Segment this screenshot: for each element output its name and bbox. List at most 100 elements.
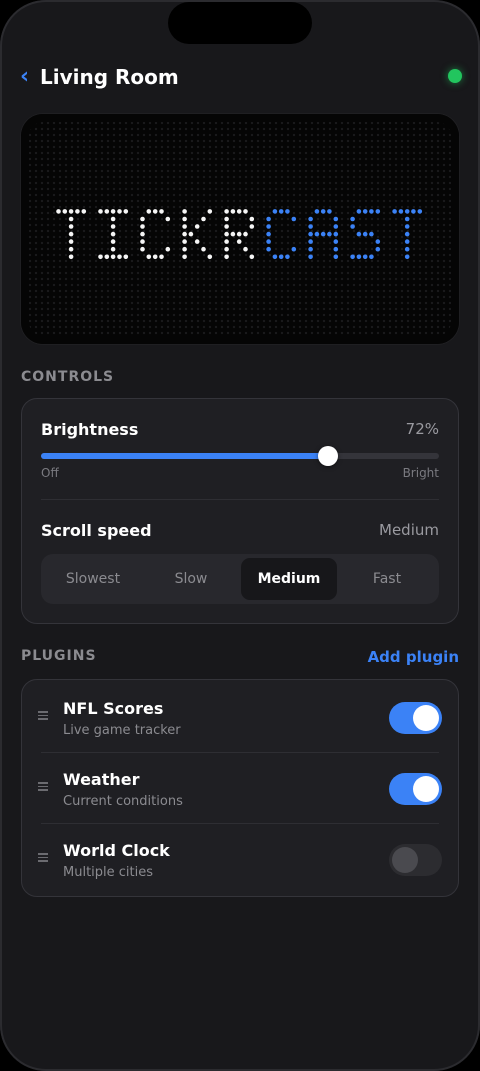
led-dot bbox=[207, 254, 213, 260]
scroll-speed-option-medium[interactable]: Medium bbox=[241, 558, 337, 600]
controls-card: Brightness 72% Off Bright Scroll speed M… bbox=[21, 398, 459, 624]
led-dot bbox=[188, 231, 194, 237]
led-dot bbox=[272, 209, 278, 214]
drag-handle-icon[interactable] bbox=[38, 782, 48, 792]
led-dot bbox=[333, 239, 339, 244]
led-display-preview bbox=[21, 114, 459, 344]
led-dot bbox=[249, 224, 255, 229]
led-dot bbox=[362, 231, 368, 237]
drag-handle-icon[interactable] bbox=[38, 711, 48, 721]
led-dot bbox=[308, 224, 313, 229]
led-dot bbox=[140, 216, 145, 222]
brightness-label: Brightness bbox=[41, 420, 139, 439]
led-dot bbox=[404, 231, 410, 237]
led-dot bbox=[350, 224, 355, 229]
led-dot bbox=[285, 254, 290, 260]
add-plugin-button[interactable]: Add plugin bbox=[368, 648, 459, 666]
scroll-speed-option-slow[interactable]: Slow bbox=[143, 558, 239, 600]
led-dot bbox=[62, 209, 68, 214]
led-dot bbox=[362, 254, 368, 260]
led-dot bbox=[110, 239, 116, 244]
led-dot bbox=[291, 246, 297, 252]
led-dot bbox=[266, 224, 271, 229]
toggle-knob bbox=[413, 705, 439, 731]
led-dot bbox=[320, 231, 326, 237]
led-dot bbox=[314, 231, 320, 237]
page-title: Living Room bbox=[40, 65, 179, 89]
led-dot bbox=[140, 231, 145, 237]
led-dot bbox=[375, 239, 381, 244]
plugin-toggle-nfl-scores[interactable] bbox=[389, 702, 442, 734]
plugin-toggle-world-clock[interactable] bbox=[389, 844, 442, 876]
led-dot bbox=[356, 209, 362, 214]
divider bbox=[41, 499, 439, 500]
led-dot bbox=[110, 254, 116, 260]
led-dot bbox=[117, 254, 122, 260]
led-dot bbox=[249, 254, 255, 260]
led-dot bbox=[236, 239, 242, 244]
led-dot bbox=[249, 216, 255, 222]
led-dot bbox=[285, 209, 290, 214]
led-dot bbox=[392, 209, 397, 214]
led-dot bbox=[278, 254, 284, 260]
brightness-slider-thumb[interactable] bbox=[317, 446, 338, 466]
led-dot bbox=[411, 209, 416, 214]
plugin-row-world-clock: World Clock Multiple cities bbox=[22, 823, 458, 894]
led-dot bbox=[140, 239, 145, 244]
scroll-speed-segmented-control: Slowest Slow Medium Fast bbox=[41, 554, 439, 604]
led-dot bbox=[333, 246, 339, 252]
brightness-value: 72% bbox=[405, 420, 439, 438]
brightness-min-label: Off bbox=[41, 466, 59, 480]
led-dot bbox=[236, 209, 242, 214]
led-dot bbox=[110, 231, 116, 237]
led-dot bbox=[369, 209, 374, 214]
led-dot bbox=[165, 246, 171, 252]
plugin-toggle-weather[interactable] bbox=[389, 773, 442, 805]
led-dot bbox=[182, 254, 187, 260]
led-dot bbox=[224, 231, 229, 237]
led-dot bbox=[362, 209, 368, 214]
led-dot bbox=[291, 216, 297, 222]
brightness-slider-fill bbox=[41, 453, 328, 459]
phone-screen: ‹ Living Room CONTROLS Brightness 72% Of… bbox=[0, 0, 480, 1071]
led-dot bbox=[165, 216, 171, 222]
led-dot bbox=[182, 231, 187, 237]
plugin-description: Current conditions bbox=[63, 794, 183, 809]
led-dot bbox=[327, 209, 332, 214]
led-dot bbox=[404, 254, 410, 260]
brightness-slider[interactable] bbox=[41, 446, 439, 466]
led-dot bbox=[230, 209, 236, 214]
led-dot bbox=[68, 209, 74, 214]
led-dot bbox=[68, 231, 74, 237]
led-dot bbox=[308, 246, 313, 252]
led-dot bbox=[56, 209, 61, 214]
header: ‹ Living Room bbox=[20, 62, 462, 92]
led-dot bbox=[230, 231, 236, 237]
led-dot bbox=[278, 209, 284, 214]
scroll-speed-option-slowest[interactable]: Slowest bbox=[45, 558, 141, 600]
led-dot bbox=[333, 231, 339, 237]
led-dot bbox=[314, 209, 320, 214]
led-dot bbox=[308, 231, 313, 237]
led-dot bbox=[140, 224, 145, 229]
led-dot bbox=[320, 209, 326, 214]
led-dot bbox=[98, 254, 103, 260]
scroll-speed-option-fast[interactable]: Fast bbox=[339, 558, 435, 600]
led-dot bbox=[68, 224, 74, 229]
led-dot bbox=[224, 239, 229, 244]
chevron-left-icon[interactable]: ‹ bbox=[20, 62, 38, 92]
led-dot bbox=[123, 254, 129, 260]
led-dot bbox=[350, 216, 355, 222]
dynamic-island bbox=[168, 2, 312, 44]
led-dot bbox=[308, 239, 313, 244]
led-dot bbox=[266, 231, 271, 237]
led-dot bbox=[207, 209, 213, 214]
brightness-max-label: Bright bbox=[402, 466, 439, 480]
led-dot bbox=[159, 254, 164, 260]
led-dot bbox=[333, 216, 339, 222]
led-dot bbox=[146, 254, 152, 260]
led-dot bbox=[266, 239, 271, 244]
led-dot bbox=[369, 254, 374, 260]
drag-handle-icon[interactable] bbox=[38, 853, 48, 863]
led-dot bbox=[272, 254, 278, 260]
